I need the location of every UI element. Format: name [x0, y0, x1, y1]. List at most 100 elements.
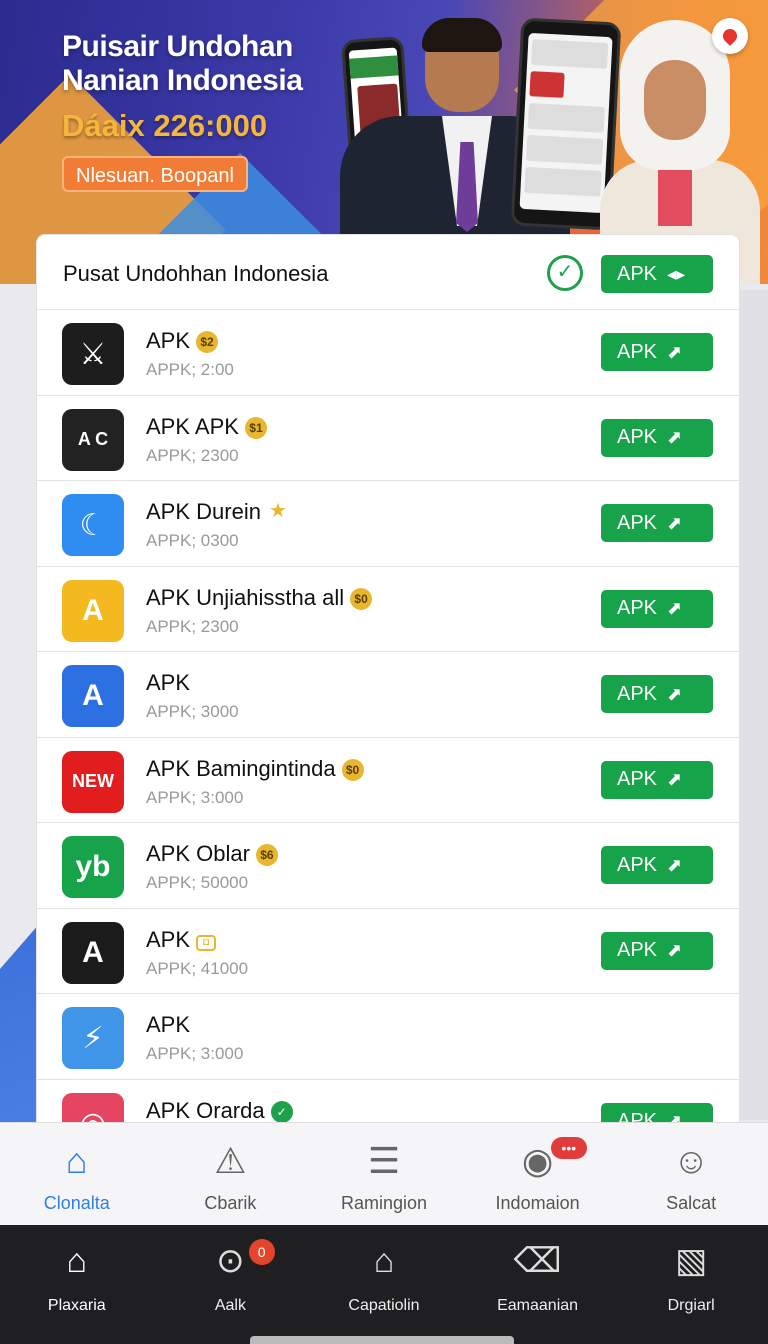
app-name: APK $2 [146, 328, 219, 354]
tab-label: Plaxaria [47, 1297, 106, 1314]
app-meta: APPK; 2300 [146, 445, 239, 465]
chat-app-icon[interactable]: ☾ [62, 494, 124, 556]
app-list-card: Pusat Undohhan Indonesia ✓ APK ◂▸ ⚔ APK $… [37, 235, 739, 1135]
app-meta: APPK; 3:000 [146, 1044, 244, 1063]
ac-app-icon[interactable]: A C [62, 408, 124, 471]
list-item[interactable]: A C APK APK $1 APPK; 2300 APK ⬈ [37, 396, 739, 481]
tab-home[interactable]: ⌂ Clonalta [0, 1123, 154, 1225]
banner-title-line1: Puisair Undohan [62, 30, 293, 63]
download-icon: ⬈ [667, 512, 683, 533]
app-name: APK ◘ [146, 926, 217, 953]
list-header: Pusat Undohhan Indonesia ✓ APK ◂▸ [37, 235, 739, 310]
list-item[interactable]: ⚡ APK APPK; 3:000 [37, 994, 739, 1080]
app-name-text: APK Orarda [146, 1097, 265, 1123]
app-name: APK Unjiahisstha all $0 [146, 584, 373, 611]
lock-house-icon: ⌂ [373, 1242, 395, 1280]
tab-trash[interactable]: ⌫ Eamaanian [461, 1225, 615, 1344]
download-apk-button[interactable]: APK ⬈ [601, 675, 713, 713]
app-list: ⚔ APK $2 APPK; 2:00 APK ⬈ A C APK APK $1 AP… [37, 310, 739, 1135]
header-apk-button[interactable]: APK ◂▸ [601, 255, 713, 293]
app-name: APK Durein ★ [146, 499, 289, 525]
app-name-text: APK Bamingintinda [146, 755, 336, 781]
a-blue-app-icon[interactable]: A [62, 665, 124, 727]
tab-label: Indomaion [495, 1193, 580, 1213]
tab-label: Eamaanian [497, 1297, 579, 1314]
download-apk-button[interactable]: APK ⬈ [601, 931, 713, 970]
app-name-text: APK [146, 670, 191, 695]
a-yellow-app-icon[interactable]: A [62, 579, 124, 642]
home-indicator[interactable] [250, 1336, 514, 1344]
tab-lock-house[interactable]: ⌂ Capatiolin [307, 1225, 461, 1344]
list-item[interactable]: yb APK Oblar $6 APPK; 50000 APK ⬈ [37, 823, 739, 909]
app-badge: $6 [255, 844, 278, 866]
banner-amount: Dáaix 226:000 [62, 108, 268, 143]
tab-chat[interactable]: ⊙ Aalk 0 [154, 1225, 308, 1344]
app-meta: APPK; 0300 [146, 531, 239, 550]
tab-label: Aalk [214, 1297, 246, 1314]
apk-button-label: APK [617, 853, 658, 876]
apk-button-label: APK [617, 682, 658, 705]
new-badge-app-icon[interactable]: NEW [62, 750, 124, 813]
list-item[interactable]: ☾ APK Durein ★ APPK; 0300 APK ⬈ [37, 481, 739, 567]
app-badge: ✓ [270, 1100, 293, 1123]
banner-title: Puisair Undohan Nanian Indonesia [62, 30, 352, 98]
home-icon: ⌂ [65, 1140, 88, 1181]
apk-button-label: APK [617, 340, 658, 363]
tab-chart[interactable]: ▧ Drgiarl [614, 1225, 768, 1344]
app-name-text: APK [146, 328, 191, 353]
download-apk-button[interactable]: APK ⬈ [601, 504, 713, 542]
download-icon: ⬈ [667, 940, 683, 960]
background-decor [740, 290, 768, 1120]
download-apk-button[interactable]: APK ⬈ [601, 333, 713, 371]
notification-badge: ••• [550, 1137, 587, 1159]
app-name-text: APK [146, 926, 191, 952]
tab-label: Clonalta [43, 1193, 110, 1213]
app-name: APK [146, 1012, 190, 1038]
camera-icon: ◉ [521, 1140, 554, 1181]
tab-home[interactable]: ⌂ Plaxaria [0, 1225, 154, 1344]
triangle-icon: ⚠ [214, 1140, 247, 1181]
apk-button-label: APK [617, 597, 658, 619]
app-name: APK APK $1 [146, 414, 267, 440]
location-pin-icon[interactable] [712, 18, 748, 54]
app-meta: APPK; 2:00 [146, 360, 234, 379]
app-name: APK Orarda ✓ [146, 1098, 293, 1124]
list-item[interactable]: A APK APPK; 3000 APK ⬈ [37, 652, 739, 738]
clipboard-icon: ☰ [367, 1140, 401, 1181]
app-badge: ★ [268, 500, 287, 522]
app-name: APK Bamingintinda $0 [146, 756, 364, 782]
notification-badge: 0 [248, 1239, 275, 1265]
chat-icon: ⊙ [216, 1242, 245, 1280]
download-apk-button[interactable]: APK ⬈ [601, 760, 713, 799]
app-meta: APPK; 41000 [146, 958, 249, 978]
app-badge: ◘ [196, 934, 217, 951]
download-icon: ⬈ [667, 427, 683, 447]
tab-profile[interactable]: ☺ Salcat [614, 1123, 768, 1225]
verified-icon[interactable]: ✓ [547, 255, 583, 291]
a-red-app-icon[interactable]: A [62, 921, 124, 984]
app-meta: APPK; 3:000 [146, 787, 244, 807]
banner-cta-button[interactable]: Nlesuan. Boopanl [62, 156, 248, 192]
tab-label: Cbarik [204, 1193, 257, 1213]
tab-clipboard[interactable]: ☰ Ramingion [307, 1123, 461, 1225]
tab-triangle[interactable]: ⚠ Cbarik [154, 1123, 308, 1225]
list-item[interactable]: A APK Unjiahisstha all $0 APPK; 2300 APK ⬈ [37, 567, 739, 652]
list-item[interactable]: A APK ◘ APPK; 41000 APK ⬈ [37, 909, 739, 994]
apk-button-label: APK [617, 262, 658, 285]
yb-app-icon[interactable]: yb [62, 836, 124, 898]
app-badge: $1 [244, 416, 267, 439]
tab-camera[interactable]: ◉ Indomaion ••• [461, 1123, 615, 1225]
list-item[interactable]: ⚔ APK $2 APPK; 2:00 APK ⬈ [37, 310, 739, 396]
list-item[interactable]: NEW APK Bamingintinda $0 APPK; 3:000 APK ⬈ [37, 738, 739, 823]
shield-game-icon[interactable]: ⚔ [62, 323, 124, 385]
app-name-text: APK Unjiahisstha all [146, 584, 345, 610]
profile-icon: ☺ [672, 1140, 710, 1181]
arrows-icon: ◂▸ [667, 263, 686, 284]
chart-icon: ▧ [675, 1242, 708, 1280]
download-apk-button[interactable]: APK ⬈ [601, 846, 713, 884]
download-apk-button[interactable]: APK ⬈ [601, 418, 713, 457]
tab-bar-secondary: ⌂ Plaxaria ⊙ Aalk 0 ⌂ Capatiolin ⌫ Eamaa… [0, 1225, 768, 1344]
download-apk-button[interactable]: APK ⬈ [601, 589, 713, 628]
ruler-app-icon[interactable]: ⚡ [62, 1007, 124, 1069]
trash-icon: ⌫ [513, 1242, 562, 1280]
